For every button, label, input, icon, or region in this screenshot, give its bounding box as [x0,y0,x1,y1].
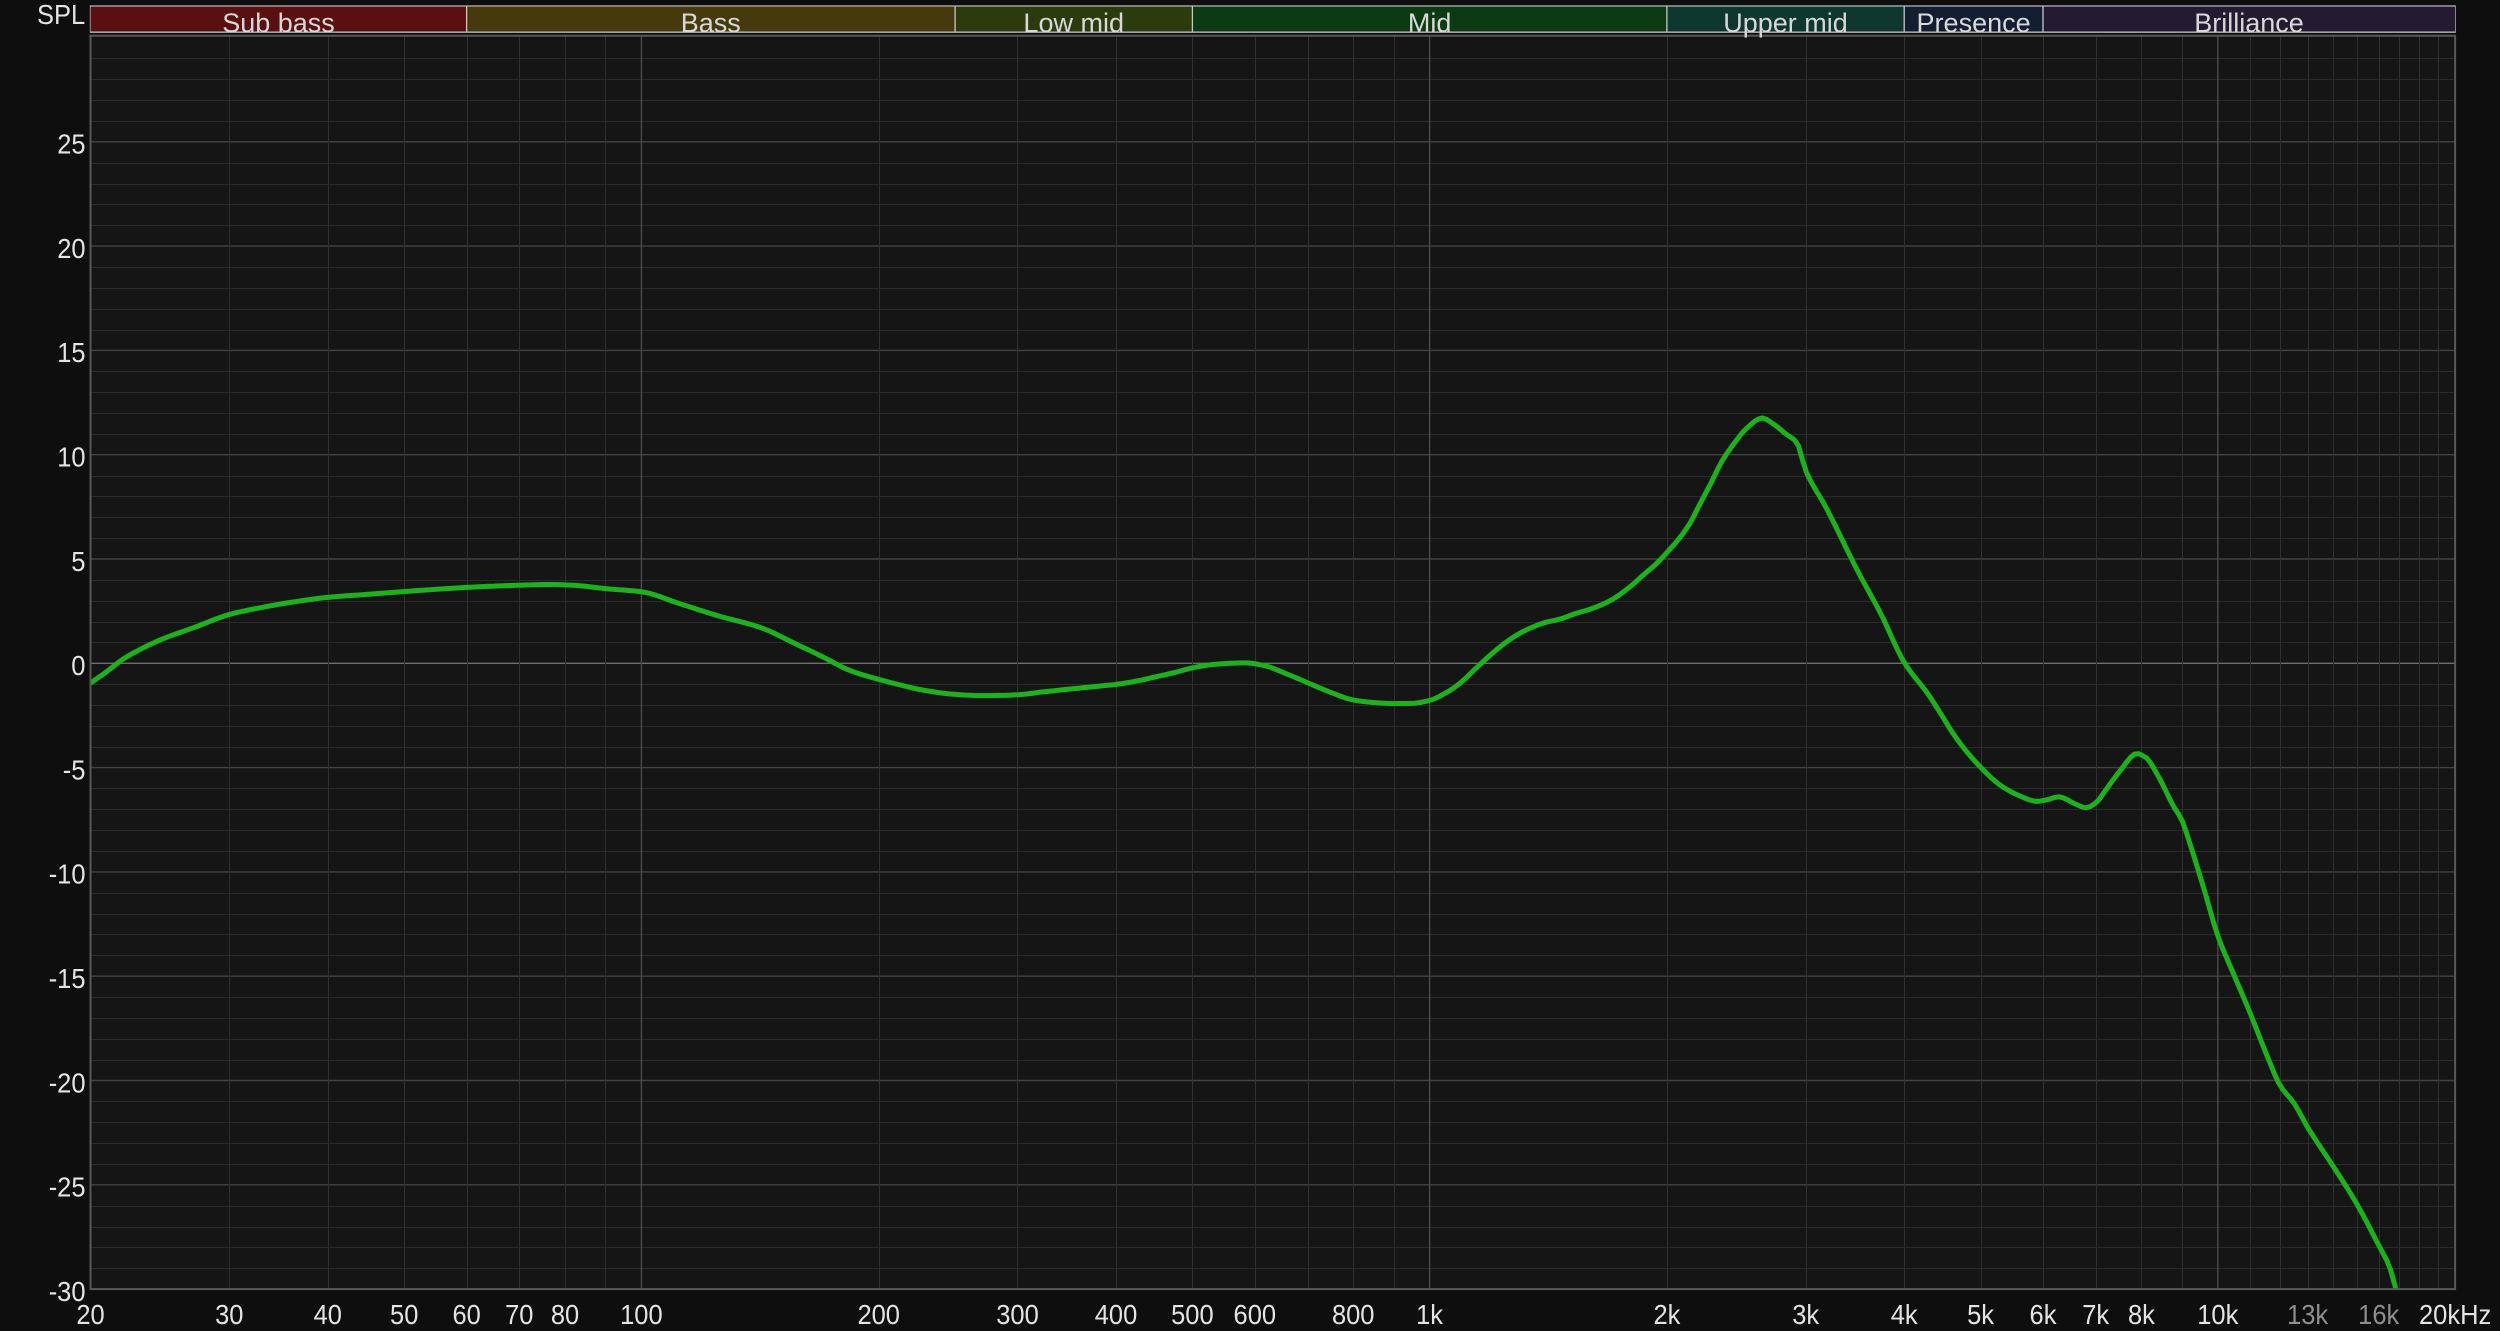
svg-text:80: 80 [551,1299,579,1330]
svg-text:1k: 1k [1416,1299,1444,1330]
svg-text:2k: 2k [1653,1299,1681,1330]
svg-text:5k: 5k [1967,1299,1995,1330]
svg-text:7k: 7k [2082,1299,2110,1330]
svg-text:40: 40 [314,1299,342,1330]
svg-text:60: 60 [452,1299,480,1330]
svg-text:0: 0 [71,650,85,681]
svg-text:Brilliance: Brilliance [2194,8,2304,38]
svg-text:70: 70 [505,1299,533,1330]
svg-text:Bass: Bass [681,8,741,38]
svg-text:3k: 3k [1792,1299,1820,1330]
svg-text:8k: 8k [2128,1299,2156,1330]
svg-text:16k: 16k [2358,1299,2400,1330]
svg-text:5: 5 [71,546,85,577]
svg-text:20: 20 [76,1299,104,1330]
svg-text:4k: 4k [1891,1299,1919,1330]
svg-text:50: 50 [390,1299,418,1330]
svg-text:-5: -5 [63,754,86,785]
svg-text:10: 10 [57,442,85,473]
svg-text:100: 100 [620,1299,663,1330]
svg-text:-25: -25 [49,1172,86,1203]
svg-text:30: 30 [215,1299,243,1330]
svg-text:Upper mid: Upper mid [1723,8,1848,38]
svg-text:Presence: Presence [1917,8,2031,38]
svg-text:25: 25 [57,129,85,160]
svg-text:600: 600 [1234,1299,1277,1330]
svg-text:13k: 13k [2287,1299,2329,1330]
svg-text:400: 400 [1095,1299,1138,1330]
svg-text:-20: -20 [49,1067,86,1098]
svg-text:800: 800 [1332,1299,1375,1330]
svg-text:20: 20 [57,233,85,264]
svg-text:20kHz: 20kHz [2419,1299,2491,1330]
svg-text:-10: -10 [49,859,86,890]
svg-text:Sub bass: Sub bass [222,8,335,38]
svg-text:-15: -15 [49,963,86,994]
svg-text:Mid: Mid [1408,8,1452,38]
svg-text:15: 15 [57,337,85,368]
svg-text:10k: 10k [2197,1299,2239,1330]
svg-text:500: 500 [1171,1299,1214,1330]
svg-text:300: 300 [996,1299,1039,1330]
svg-text:SPL: SPL [37,0,85,30]
svg-text:200: 200 [857,1299,900,1330]
svg-text:6k: 6k [2030,1299,2058,1330]
svg-text:Low mid: Low mid [1023,8,1124,38]
